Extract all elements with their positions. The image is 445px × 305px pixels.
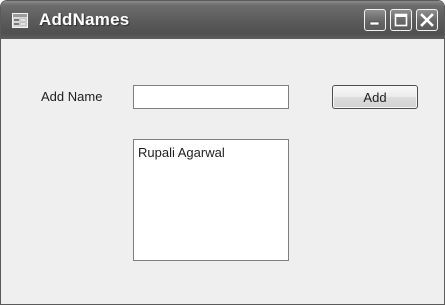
add-button[interactable]: Add [332, 85, 418, 109]
names-listbox[interactable]: Rupali Agarwal [133, 139, 289, 261]
app-window: AddNames Add Name Add Rupali Agarwal [0, 0, 445, 305]
close-button[interactable] [416, 9, 438, 31]
list-item[interactable]: Rupali Agarwal [138, 145, 284, 160]
maximize-button[interactable] [390, 9, 412, 31]
window-title: AddNames [39, 10, 130, 29]
name-input[interactable] [133, 85, 289, 109]
title-bar[interactable]: AddNames [1, 1, 444, 39]
app-window-icon [12, 13, 28, 28]
minimize-button[interactable] [364, 9, 386, 31]
add-name-label: Add Name [41, 89, 103, 104]
